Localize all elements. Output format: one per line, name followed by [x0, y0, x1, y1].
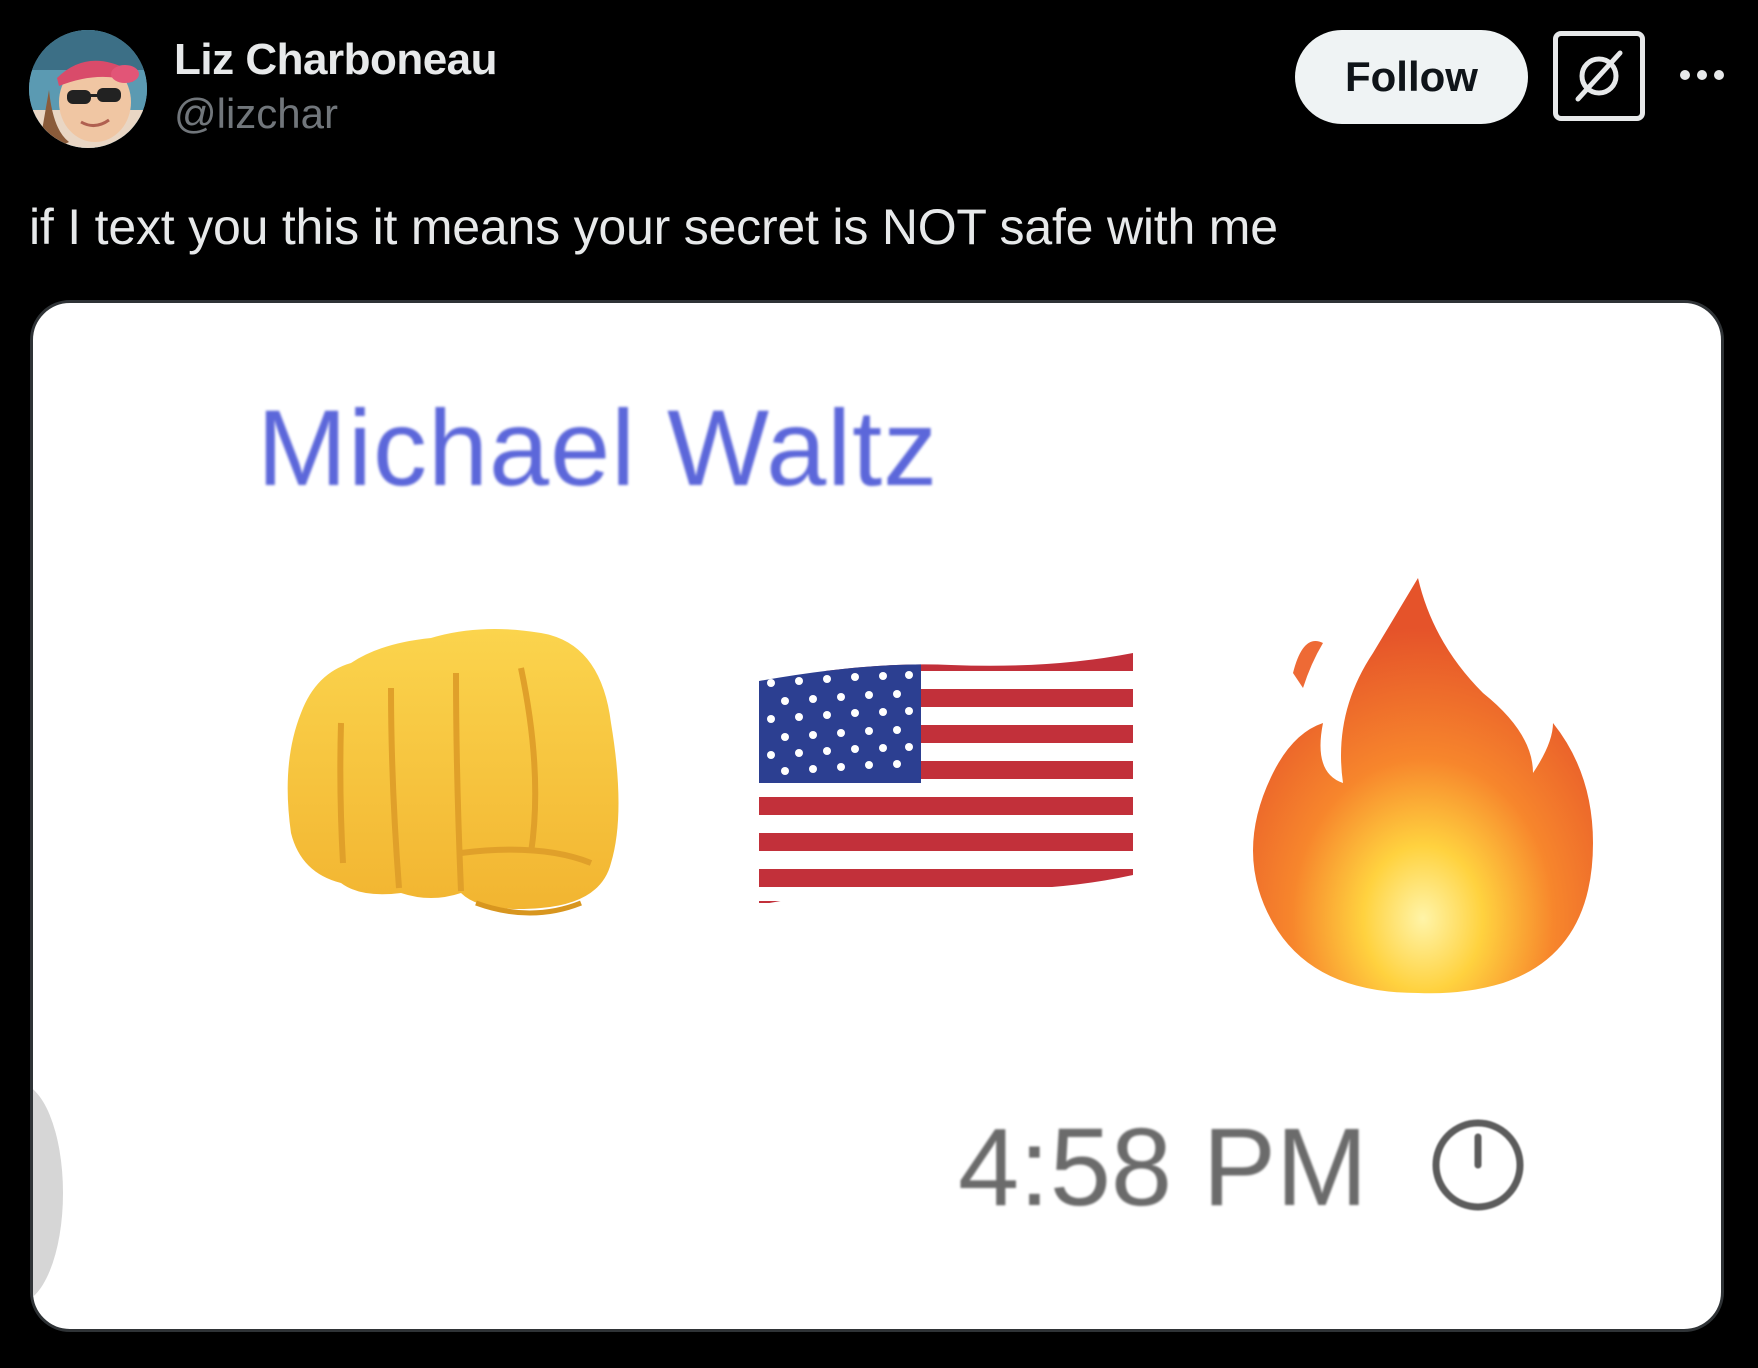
- oncoming-fist-icon: [287, 629, 619, 916]
- author-info: Liz Charboneau @lizchar: [174, 34, 498, 140]
- message-timestamp: 4:58 PM: [958, 1106, 1368, 1229]
- clock-icon: [1432, 1119, 1524, 1211]
- more-horizontal-icon: [1680, 70, 1724, 80]
- message-sender-name: Michael Waltz: [257, 387, 939, 508]
- fire-icon: [1253, 578, 1593, 994]
- grok-icon: [1575, 50, 1623, 102]
- avatar-image: [29, 30, 147, 148]
- avatar[interactable]: [29, 30, 147, 148]
- partial-message-bubble: [33, 1083, 63, 1303]
- author-handle[interactable]: @lizchar: [174, 88, 497, 140]
- tweet: Liz Charboneau @lizchar Follow if I text…: [0, 0, 1758, 1368]
- tweet-media-image[interactable]: Michael Waltz 4:58 PM: [30, 300, 1724, 1332]
- follow-button[interactable]: Follow: [1295, 30, 1528, 124]
- more-button[interactable]: [1672, 50, 1732, 100]
- grok-button[interactable]: [1553, 31, 1645, 121]
- us-flag-icon: [759, 653, 1133, 903]
- author-display-name[interactable]: Liz Charboneau: [174, 34, 498, 86]
- tweet-text: if I text you this it means your secret …: [29, 199, 1278, 255]
